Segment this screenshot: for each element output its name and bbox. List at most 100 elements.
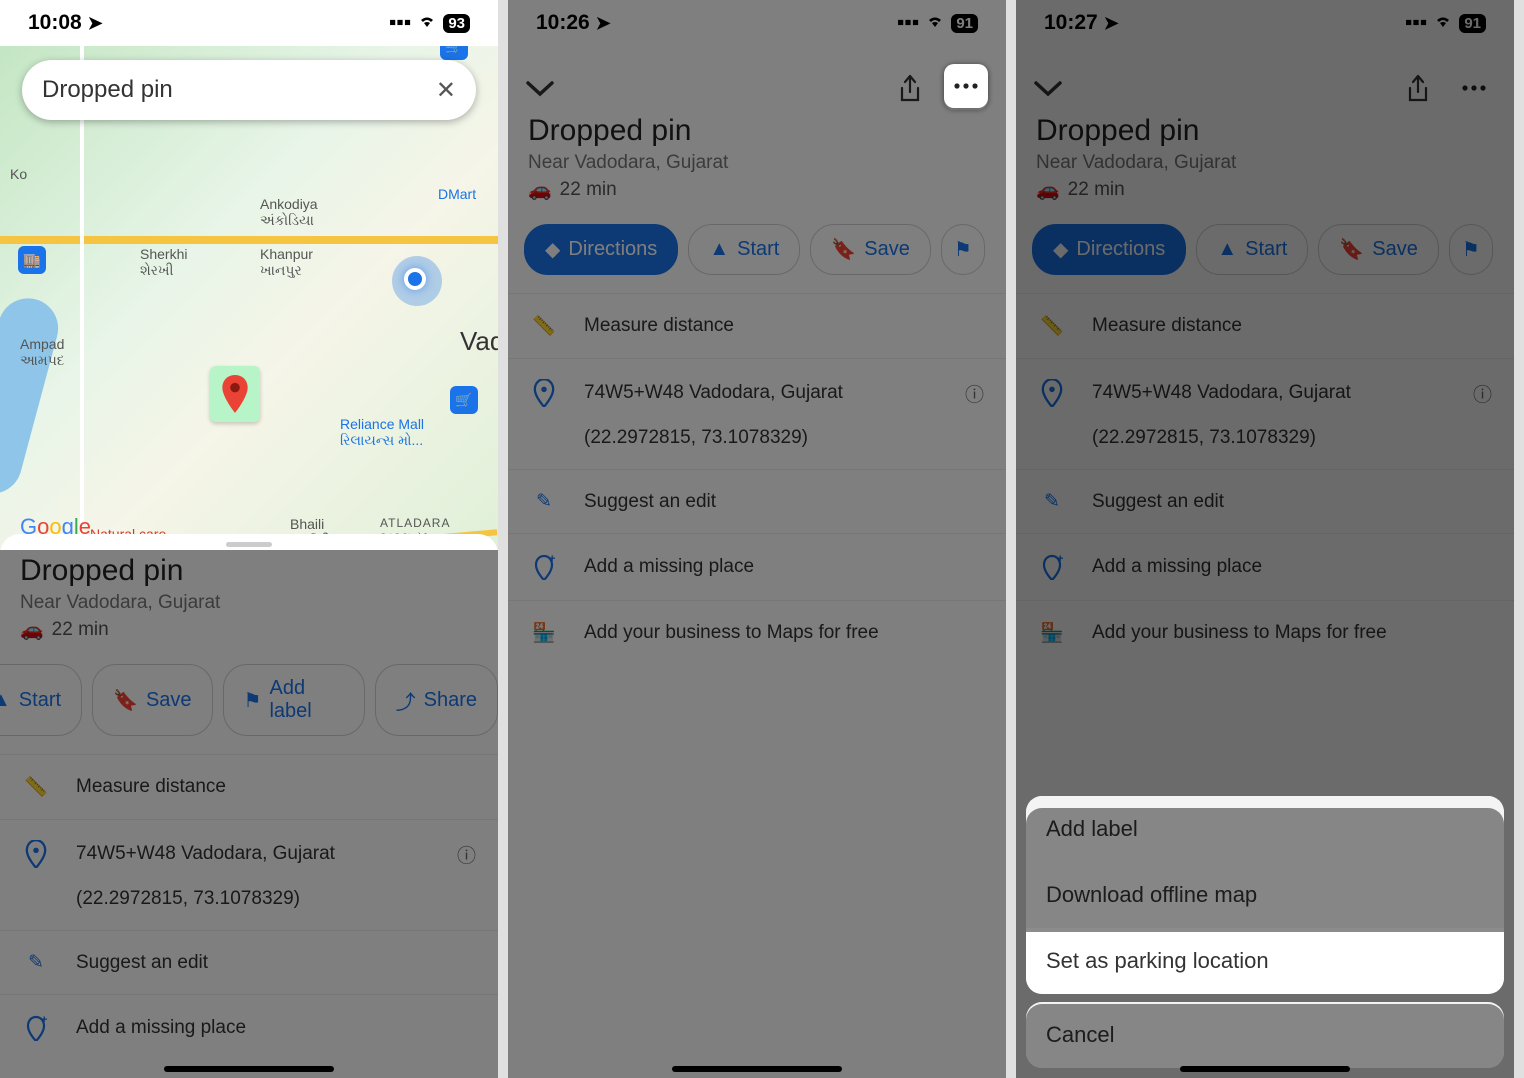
store-icon: 🏪 — [1038, 621, 1066, 645]
poi-top-icon[interactable]: 🛒 — [440, 46, 468, 60]
location-pin-icon — [1038, 379, 1066, 407]
location-arrow-icon: ➤ — [88, 13, 103, 33]
home-indicator[interactable] — [1180, 1066, 1350, 1072]
flag-button[interactable]: ⚑ — [1449, 224, 1493, 275]
status-bar: 10:27 ➤ ▪▪▪ 91 — [1016, 0, 1514, 46]
svg-text:+: + — [549, 554, 555, 565]
menu-add-label[interactable]: Add label — [1026, 796, 1504, 862]
ruler-icon: 📏 — [1038, 314, 1066, 338]
wifi-icon — [417, 11, 437, 35]
status-icons: ▪▪▪ 91 — [1405, 11, 1486, 35]
ruler-icon: 📏 — [530, 314, 558, 338]
share-button[interactable] — [888, 66, 932, 110]
map-label-khanpur: Khanpurખાનપુર — [260, 246, 313, 279]
status-time: 10:26 ➤ — [536, 11, 611, 35]
signal-icon: ▪▪▪ — [897, 11, 919, 35]
store-icon: 🏪 — [530, 621, 558, 645]
dropped-pin-marker[interactable] — [210, 366, 260, 422]
action-sheet-group: Add label Download offline map Set as pa… — [1026, 796, 1504, 994]
place-title: Dropped pin — [508, 114, 1006, 148]
pencil-icon: ✎ — [1038, 490, 1066, 513]
map-label-vad: Vad — [460, 326, 498, 357]
add-place-icon: + — [1038, 554, 1066, 580]
menu-set-parking[interactable]: Set as parking location — [1026, 928, 1504, 994]
save-button[interactable]: 🔖Save — [1318, 224, 1439, 275]
search-bar[interactable]: ✕ — [22, 60, 476, 120]
screen-1: 10:08 ➤ ▪▪▪ 93 🏬 🛒 🛒 Ko Ankodiyaઅંકોડિયા… — [0, 0, 498, 1078]
flag-button[interactable]: ⚑ — [941, 224, 985, 275]
coordinates-row[interactable]: (22.2972815, 73.1078329) — [508, 427, 1006, 469]
directions-icon: ◆ — [545, 237, 560, 262]
measure-distance-row[interactable]: 📏 Measure distance — [508, 293, 1006, 358]
start-button[interactable]: ▲Start — [1196, 224, 1308, 275]
flag-icon: ⚑ — [1462, 237, 1480, 262]
map-label-sherkhi: Sherkhiશેરખી — [140, 246, 187, 279]
status-bar: 10:08 ➤ ▪▪▪ 93 — [0, 0, 498, 46]
poi-reliance-icon[interactable]: 🛒 — [450, 386, 478, 414]
menu-download-offline[interactable]: Download offline map — [1026, 862, 1504, 928]
poi-icon[interactable]: 🏬 — [18, 246, 46, 274]
bookmark-icon: 🔖 — [831, 237, 856, 262]
directions-icon: ◆ — [1053, 237, 1068, 262]
location-pin-icon — [530, 379, 558, 407]
more-button-highlight[interactable] — [944, 64, 988, 108]
map-label-reliance[interactable]: Reliance Mallરિલાયન્સ મો... — [340, 416, 424, 449]
suggest-edit-row[interactable]: ✎ Suggest an edit — [1016, 469, 1514, 533]
battery-icon: 91 — [1459, 14, 1486, 33]
save-button[interactable]: 🔖Save — [810, 224, 931, 275]
home-indicator[interactable] — [672, 1066, 842, 1072]
action-chips: ◆Directions ▲Start 🔖Save ⚑ — [508, 206, 1006, 293]
action-sheet: Add label Download offline map Set as pa… — [1026, 796, 1504, 1068]
map-canvas[interactable]: 🏬 🛒 🛒 Ko Ankodiyaઅંકોડિયા Sherkhiશેરખી K… — [0, 46, 498, 550]
add-business-row[interactable]: 🏪 Add your business to Maps for free — [1016, 600, 1514, 665]
sheet-header — [508, 46, 1006, 114]
car-icon: 🚗 — [528, 178, 552, 202]
map-label-dmart[interactable]: DMart — [438, 186, 476, 202]
flag-icon: ⚑ — [954, 237, 972, 262]
share-button[interactable] — [1396, 66, 1440, 110]
drive-time: 🚗22 min — [1016, 174, 1514, 206]
home-indicator[interactable] — [164, 1066, 334, 1072]
place-subtitle: Near Vadodara, Gujarat — [1016, 148, 1514, 174]
plus-code-row[interactable]: 74W5+W48 Vadodara, Gujarat ⓘ — [1016, 358, 1514, 427]
map-label: Ko — [10, 166, 27, 182]
place-subtitle: Near Vadodara, Gujarat — [508, 148, 1006, 174]
location-arrow-icon: ➤ — [1104, 13, 1119, 33]
place-title: Dropped pin — [1016, 114, 1514, 148]
drive-time: 🚗22 min — [508, 174, 1006, 206]
plus-code-row[interactable]: 74W5+W48 Vadodara, Gujarat ⓘ — [508, 358, 1006, 427]
action-chips: ◆Directions ▲Start 🔖Save ⚑ — [1016, 206, 1514, 293]
map-label-ampad: Ampadઆમપદ — [20, 336, 65, 369]
coordinates-row[interactable]: (22.2972815, 73.1078329) — [1016, 427, 1514, 469]
location-arrow-icon: ➤ — [596, 13, 611, 33]
menu-cancel[interactable]: Cancel — [1026, 1002, 1504, 1068]
signal-icon: ▪▪▪ — [1405, 11, 1427, 35]
current-location-dot[interactable] — [404, 268, 426, 290]
add-missing-place-row[interactable]: + Add a missing place — [1016, 533, 1514, 600]
status-time: 10:08 ➤ — [28, 11, 103, 35]
status-icons: ▪▪▪ 91 — [897, 11, 978, 35]
suggest-edit-row[interactable]: ✎ Suggest an edit — [508, 469, 1006, 533]
battery-icon: 93 — [443, 14, 470, 33]
collapse-button[interactable] — [1034, 72, 1062, 104]
add-business-row[interactable]: 🏪 Add your business to Maps for free — [508, 600, 1006, 665]
screen-2: 10:26 ➤ ▪▪▪ 91 Dropped pin Near Vadodara… — [508, 0, 1006, 1078]
collapse-button[interactable] — [526, 72, 554, 104]
search-input[interactable] — [42, 76, 436, 104]
measure-distance-row[interactable]: 📏 Measure distance — [1016, 293, 1514, 358]
add-missing-place-row[interactable]: + Add a missing place — [508, 533, 1006, 600]
svg-text:+: + — [1057, 554, 1063, 565]
start-button[interactable]: ▲Start — [688, 224, 800, 275]
bookmark-icon: 🔖 — [1339, 237, 1364, 262]
car-icon: 🚗 — [1036, 178, 1060, 202]
info-icon[interactable]: ⓘ — [1473, 380, 1492, 407]
more-button[interactable] — [1452, 66, 1496, 110]
directions-button[interactable]: ◆Directions — [524, 224, 678, 275]
navigate-icon: ▲ — [709, 238, 729, 261]
wifi-icon — [925, 11, 945, 35]
navigate-icon: ▲ — [1217, 238, 1237, 261]
clear-icon[interactable]: ✕ — [436, 76, 456, 105]
info-icon[interactable]: ⓘ — [965, 380, 984, 407]
directions-button[interactable]: ◆Directions — [1032, 224, 1186, 275]
status-bar: 10:26 ➤ ▪▪▪ 91 — [508, 0, 1006, 46]
